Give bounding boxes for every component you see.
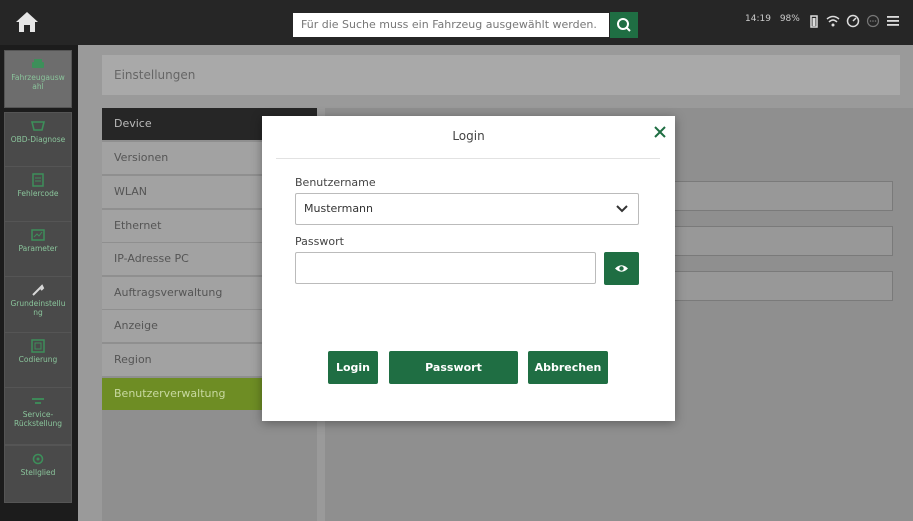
sidebar-item-label: Parameter: [18, 244, 58, 253]
search-input[interactable]: Für die Suche muss ein Fahrzeug ausgewäh…: [293, 13, 609, 37]
username-label: Benutzername: [295, 176, 376, 189]
settings-field: [660, 226, 893, 256]
username-value: Mustermann: [304, 202, 374, 215]
sidebar-item-vehicle-selection[interactable]: Fahrzeugausw ahl: [4, 50, 72, 108]
settings-field: [660, 181, 893, 211]
sidebar-item-label: Fehlercode: [17, 189, 59, 198]
actuator-icon: [32, 453, 44, 465]
menu-icon[interactable]: [886, 14, 900, 28]
sidebar-item-obd[interactable]: OBD-Diagnose: [4, 112, 72, 170]
battery-icon: [810, 15, 818, 28]
chevron-down-icon: [616, 205, 628, 213]
home-icon[interactable]: [14, 10, 40, 34]
wrench-icon: [32, 284, 45, 296]
gauge-icon[interactable]: [846, 14, 860, 28]
eye-icon: [615, 265, 628, 272]
clock: 14:19: [745, 14, 771, 24]
password-input[interactable]: [295, 252, 596, 284]
wifi-icon: [826, 15, 840, 27]
dialog-title: Login: [452, 129, 485, 143]
sidebar-item-label: Fahrzeugausw ahl: [11, 73, 65, 91]
fault-code-icon: [32, 173, 44, 187]
sidebar-item-label: OBD-Diagnose: [10, 135, 66, 144]
sidebar-item-basic-settings[interactable]: Grundeinstellu ng: [4, 276, 72, 334]
parameter-icon: [31, 229, 45, 241]
search-button[interactable]: [610, 12, 638, 38]
sidebar-item-parameter[interactable]: Parameter: [4, 221, 72, 279]
sidebar-item-label: Codierung: [18, 355, 58, 364]
sidebar-item-fault-code[interactable]: Fehlercode: [4, 166, 72, 224]
dialog-divider: [276, 158, 660, 159]
more-icon[interactable]: [866, 14, 880, 28]
sidebar-item-service-reset[interactable]: Service-Rückstellung: [4, 387, 72, 445]
password-label: Passwort: [295, 235, 344, 248]
show-password-button[interactable]: [604, 252, 639, 285]
forgot-password-button[interactable]: Passwort vergessen?: [389, 351, 518, 407]
page-title: Einstellungen: [102, 55, 900, 95]
sidebar-item-label: Grundeinstellu ng: [10, 299, 66, 317]
coding-icon: [31, 339, 45, 353]
car-icon: [32, 59, 44, 68]
obd-icon: [30, 121, 46, 131]
settings-field: [660, 271, 893, 301]
close-icon[interactable]: [652, 124, 668, 140]
sidebar-item-label: Stellglied: [20, 468, 56, 477]
battery-level: 98%: [779, 14, 800, 24]
login-dialog: Login Benutzername Mustermann Passwort L…: [262, 116, 675, 421]
login-button[interactable]: Login: [328, 351, 378, 384]
service-reset-icon: [32, 398, 44, 404]
search-icon: [617, 18, 631, 32]
top-bar: Für die Suche muss ein Fahrzeug ausgewäh…: [0, 0, 913, 45]
username-select[interactable]: Mustermann: [295, 193, 639, 225]
cancel-button[interactable]: Abbrechen: [528, 351, 608, 384]
sidebar-item-label: Service-Rückstellung: [14, 410, 62, 428]
status-bar: 14:19 98%: [745, 14, 806, 24]
sidebar-item-coding[interactable]: Codierung: [4, 332, 72, 390]
sidebar-item-actuator[interactable]: Stellglied: [4, 445, 72, 503]
